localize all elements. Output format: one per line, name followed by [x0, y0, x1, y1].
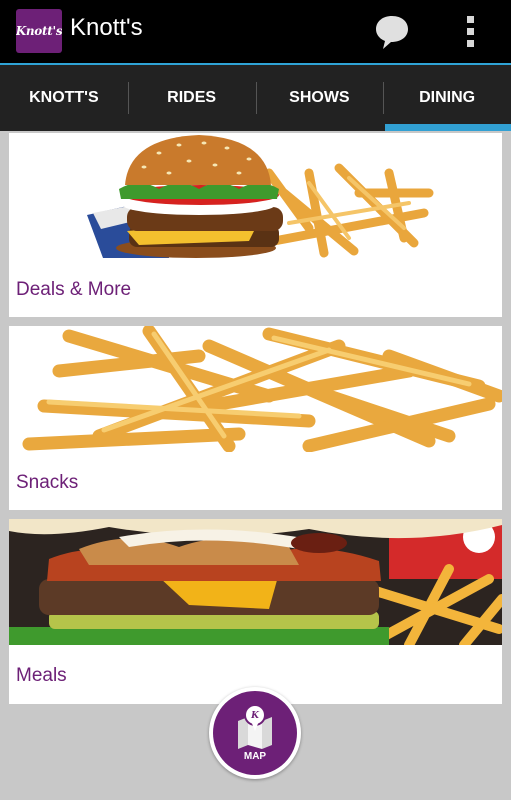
tab-label: KNOTT'S — [29, 89, 99, 106]
french-fries-photo — [9, 326, 502, 452]
overflow-menu-icon[interactable] — [458, 12, 484, 52]
tab-label: DINING — [419, 89, 476, 106]
burger-and-fries-photo — [9, 133, 502, 258]
card-snacks[interactable]: Snacks — [9, 326, 502, 510]
tab-knotts[interactable]: KNOTT'S — [0, 65, 128, 131]
tab-label: RIDES — [167, 89, 217, 106]
map-button-inner: K MAP — [213, 691, 297, 775]
card-meals[interactable]: Meals — [9, 519, 502, 704]
app-icon-text: Knott's — [16, 24, 62, 38]
bacon-burger-photo — [9, 519, 502, 645]
card-label: Meals — [16, 665, 67, 686]
knotts-app-icon[interactable]: Knott's — [16, 9, 62, 53]
tab-shows[interactable]: SHOWS — [255, 65, 384, 131]
app-title: Knott's — [70, 14, 143, 41]
map-button-label: MAP — [243, 751, 267, 762]
card-label: Snacks — [16, 472, 79, 493]
map-button[interactable]: K MAP — [209, 687, 301, 779]
chat-icon[interactable] — [372, 12, 412, 52]
card-deals-and-more[interactable]: Deals & More — [9, 133, 502, 317]
tab-rides[interactable]: RIDES — [127, 65, 256, 131]
tab-label: SHOWS — [289, 89, 350, 106]
tab-dining[interactable]: DINING — [383, 65, 511, 131]
tab-bar: KNOTT'S RIDES SHOWS DINING — [0, 65, 511, 131]
action-bar: Knott's Knott's — [0, 0, 511, 65]
map-icon: K — [238, 704, 272, 749]
card-label: Deals & More — [16, 279, 132, 300]
svg-text:K: K — [250, 711, 260, 721]
